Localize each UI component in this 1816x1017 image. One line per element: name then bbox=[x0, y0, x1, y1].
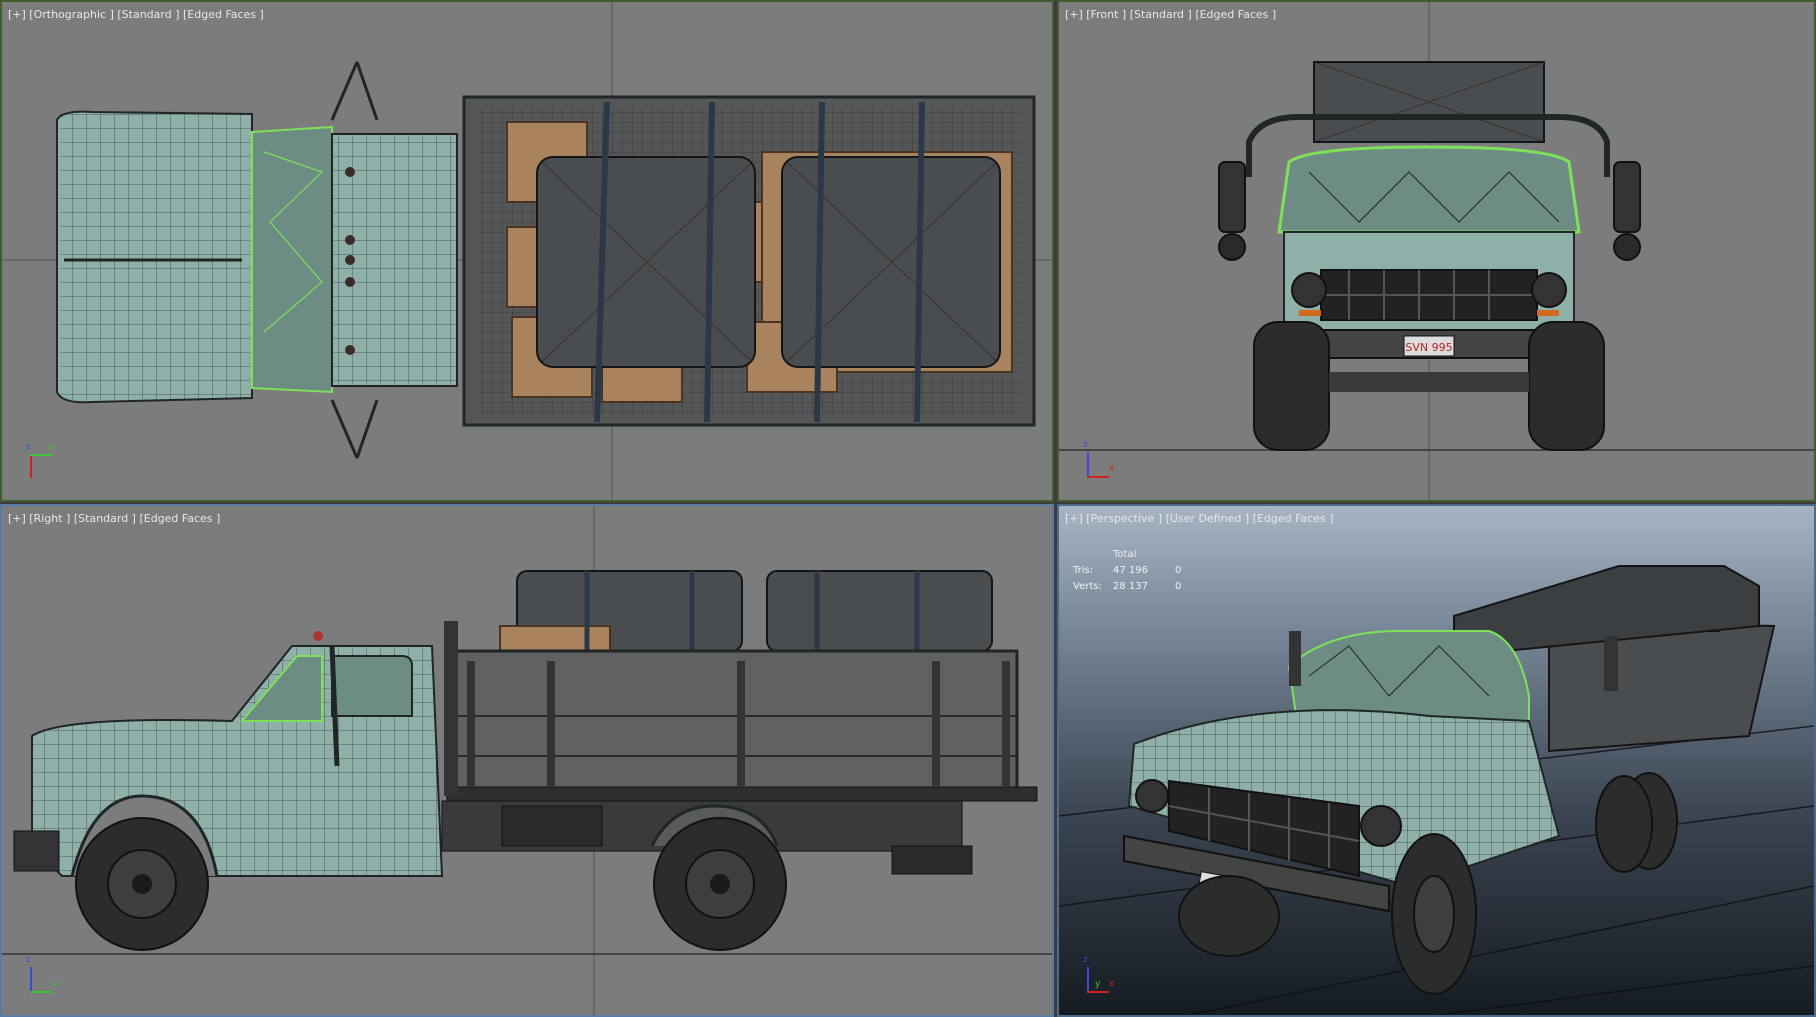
axis-z-label: z bbox=[26, 442, 31, 452]
license-plate-front: SVN 995 bbox=[1405, 341, 1452, 354]
axis-y-label: y bbox=[52, 979, 58, 989]
scene-statistics: Total Tris: 47 196 0 Verts: 28 137 0 bbox=[1073, 546, 1205, 594]
viewport-orthographic[interactable]: [+] [Orthographic ] [Standard ] [Edged F… bbox=[0, 0, 1054, 502]
viewport-right[interactable]: [+] [Right ] [Standard ] [Edged Faces ] bbox=[0, 504, 1054, 1017]
truck-top-view bbox=[2, 2, 1052, 500]
verts-label: Verts: bbox=[1073, 580, 1102, 592]
axis-y-label: y bbox=[48, 442, 54, 452]
axis-gizmo-front: z x bbox=[1083, 440, 1123, 482]
tris-total: 47 196 bbox=[1113, 564, 1148, 576]
front-wheel bbox=[75, 817, 209, 951]
viewport-front[interactable]: [+] [Front ] [Standard ] [Edged Faces ] … bbox=[1057, 0, 1816, 502]
axis-gizmo-top: z y bbox=[26, 442, 66, 482]
viewport-label-perspective[interactable]: [+] [Perspective ] [User Defined ] [Edge… bbox=[1065, 512, 1333, 525]
stats-header: Total bbox=[1113, 548, 1137, 560]
viewport-label-right[interactable]: [+] [Right ] [Standard ] [Edged Faces ] bbox=[8, 512, 220, 525]
axis-x-label: x bbox=[1109, 464, 1115, 474]
axis-y-label: y bbox=[1095, 979, 1101, 989]
axis-z-label: z bbox=[1083, 955, 1088, 965]
axis-z-label: z bbox=[26, 955, 31, 965]
truck-front-view: SVN 995 bbox=[1059, 2, 1814, 500]
truck-side-view bbox=[2, 506, 1052, 1015]
axis-gizmo-right: z y bbox=[26, 955, 66, 997]
axis-gizmo-perspective: z x y bbox=[1083, 955, 1123, 997]
verts-selected: 0 bbox=[1175, 580, 1182, 592]
viewport-perspective[interactable]: [+] [Perspective ] [User Defined ] [Edge… bbox=[1057, 504, 1816, 1017]
tris-selected: 0 bbox=[1175, 564, 1182, 576]
axis-z-label: z bbox=[1083, 440, 1088, 450]
axis-x-label: x bbox=[1109, 979, 1115, 989]
verts-total: 28 137 bbox=[1113, 580, 1148, 592]
rear-wheel bbox=[653, 817, 787, 951]
tris-label: Tris: bbox=[1073, 564, 1094, 576]
viewport-label-orthographic[interactable]: [+] [Orthographic ] [Standard ] [Edged F… bbox=[8, 8, 264, 21]
viewport-label-front[interactable]: [+] [Front ] [Standard ] [Edged Faces ] bbox=[1065, 8, 1276, 21]
